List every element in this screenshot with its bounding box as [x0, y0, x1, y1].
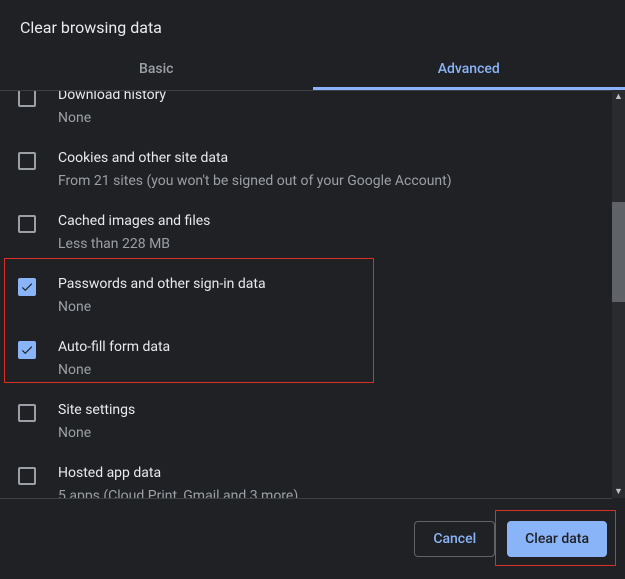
- item-title: Download history: [58, 90, 166, 105]
- item-subtitle: None: [58, 108, 166, 128]
- list-item[interactable]: Hosted app data 5 apps (Cloud Print, Gma…: [0, 453, 625, 498]
- checkbox-hosted-apps[interactable]: [18, 467, 36, 485]
- checkbox-cookies[interactable]: [18, 152, 36, 170]
- options-list: Download history None Cookies and other …: [0, 90, 625, 498]
- scroll-up-icon[interactable]: ▲: [612, 90, 625, 103]
- item-subtitle: None: [58, 423, 135, 443]
- scrollbar[interactable]: ▲ ▼: [612, 90, 625, 498]
- list-item[interactable]: Cached images and files Less than 228 MB: [0, 201, 625, 264]
- item-subtitle: None: [58, 297, 266, 317]
- item-subtitle: Less than 228 MB: [58, 234, 210, 254]
- tab-advanced[interactable]: Advanced: [313, 51, 625, 90]
- item-subtitle: None: [58, 360, 170, 380]
- list-item[interactable]: Passwords and other sign-in data None: [0, 264, 625, 327]
- tabs: Basic Advanced: [0, 51, 625, 90]
- item-subtitle: 5 apps (Cloud Print, Gmail and 3 more): [58, 486, 298, 498]
- item-title: Auto-fill form data: [58, 337, 170, 357]
- list-item[interactable]: Download history None: [0, 90, 625, 138]
- scroll-thumb[interactable]: [612, 202, 625, 302]
- item-title: Passwords and other sign-in data: [58, 274, 266, 294]
- list-item[interactable]: Cookies and other site data From 21 site…: [0, 138, 625, 201]
- cancel-button[interactable]: Cancel: [414, 521, 495, 557]
- clear-data-button[interactable]: Clear data: [507, 521, 607, 557]
- dialog-footer: Cancel Clear data: [0, 499, 625, 579]
- item-subtitle: From 21 sites (you won't be signed out o…: [58, 171, 452, 191]
- item-title: Cookies and other site data: [58, 148, 452, 168]
- dialog-title: Clear browsing data: [0, 0, 625, 51]
- checkbox-download-history[interactable]: [18, 90, 36, 107]
- item-title: Site settings: [58, 400, 135, 420]
- checkbox-cache[interactable]: [18, 215, 36, 233]
- checkbox-passwords[interactable]: [18, 278, 36, 296]
- scroll-down-icon[interactable]: ▼: [612, 485, 625, 498]
- list-item[interactable]: Auto-fill form data None: [0, 327, 625, 390]
- tab-basic[interactable]: Basic: [0, 51, 313, 90]
- list-item[interactable]: Site settings None: [0, 390, 625, 453]
- checkbox-site-settings[interactable]: [18, 404, 36, 422]
- item-title: Cached images and files: [58, 211, 210, 231]
- checkbox-autofill[interactable]: [18, 341, 36, 359]
- item-title: Hosted app data: [58, 463, 298, 483]
